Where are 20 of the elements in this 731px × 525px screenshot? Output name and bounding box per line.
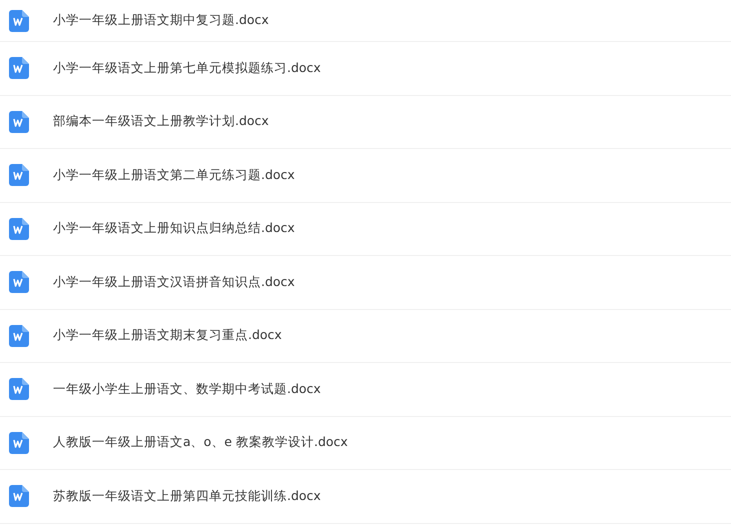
- file-name[interactable]: 小学一年级上册语文期末复习重点.docx: [53, 326, 282, 346]
- document-icon: [9, 432, 29, 454]
- file-name[interactable]: 小学一年级上册语文汉语拼音知识点.docx: [53, 272, 295, 292]
- document-icon: [9, 485, 29, 508]
- file-name[interactable]: 小学一年级语文上册知识点归纳总结.docx: [53, 219, 295, 238]
- file-name[interactable]: 苏教版一年级语文上册第四单元技能训练.docx: [53, 486, 321, 506]
- file-name[interactable]: 小学一年级上册语文期中复习题.docx: [53, 11, 269, 30]
- document-icon: [9, 324, 29, 347]
- document-icon: [9, 57, 29, 80]
- document-icon: [9, 164, 29, 186]
- document-icon: [9, 10, 29, 32]
- file-name[interactable]: 小学一年级语文上册第七单元模拟题练习.docx: [53, 58, 321, 78]
- file-name[interactable]: 人教版一年级上册语文a、o、e 教案教学设计.docx: [53, 433, 348, 452]
- document-icon: [9, 378, 29, 400]
- document-icon: [9, 271, 29, 294]
- document-icon: [9, 110, 29, 133]
- file-name[interactable]: 一年级小学生上册语文、数学期中考试题.docx: [53, 380, 321, 399]
- file-name[interactable]: 小学一年级上册语文第二单元练习题.docx: [53, 166, 295, 185]
- file-name[interactable]: 部编本一年级语文上册教学计划.docx: [53, 112, 269, 132]
- document-icon: [9, 218, 29, 240]
